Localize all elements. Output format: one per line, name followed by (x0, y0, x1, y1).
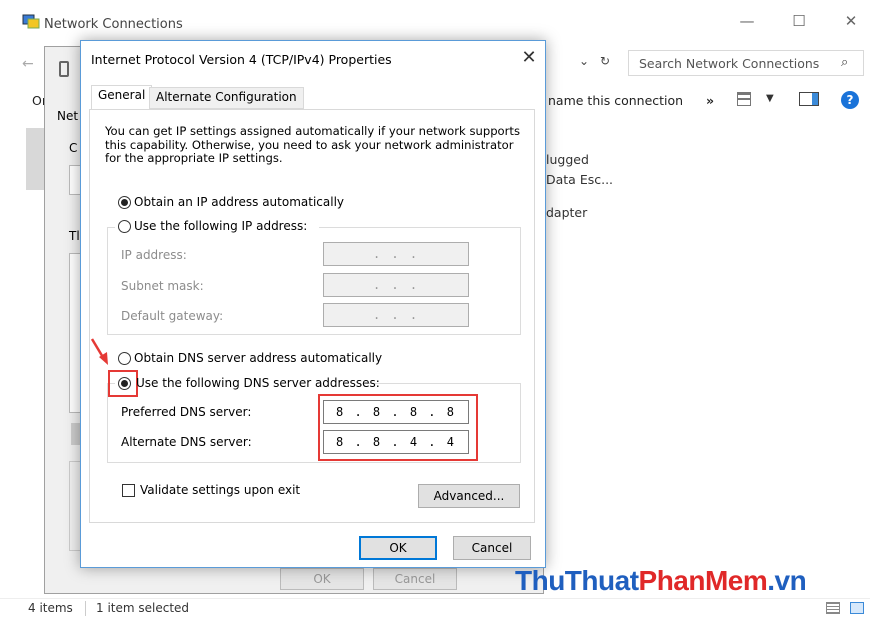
dialog-title: Internet Protocol Version 4 (TCP/IPv4) P… (91, 52, 392, 67)
details-view-icon[interactable] (826, 602, 840, 614)
ip-address-label: IP address: (121, 248, 187, 262)
obtain-dns-auto-radio[interactable] (118, 352, 131, 365)
use-ip-manual-label[interactable]: Use the following IP address: (134, 219, 307, 233)
ethernet-icon (59, 61, 69, 77)
window-title: Network Connections (44, 17, 183, 32)
refresh-icon[interactable]: ↻ (600, 54, 610, 68)
watermark-part-2: PhanMem (638, 565, 768, 596)
behind-cancel-button[interactable]: Cancel (373, 568, 457, 590)
red-arrow-icon (89, 337, 111, 367)
behind-label-c: C (69, 141, 78, 155)
help-icon[interactable]: ? (841, 91, 859, 109)
dns-fields-highlight (318, 394, 478, 461)
behind-ok-button[interactable]: OK (280, 568, 364, 590)
preferred-dns-label: Preferred DNS server: (121, 405, 252, 419)
alternate-dns-label: Alternate DNS server: (121, 435, 252, 449)
search-icon: ⌕ (841, 55, 849, 70)
obtain-ip-auto-radio[interactable] (118, 196, 131, 209)
change-view-icon[interactable] (737, 92, 751, 106)
dns-radio-highlight (108, 370, 138, 397)
nav-pane-strip (26, 128, 44, 190)
validate-settings-checkbox[interactable] (122, 484, 135, 497)
more-commands-button[interactable]: » (706, 93, 714, 108)
use-dns-manual-label[interactable]: Use the following DNS server addresses: (136, 376, 380, 390)
large-icons-view-icon[interactable] (850, 602, 864, 614)
tab-general[interactable]: General (91, 85, 153, 109)
ip-address-field[interactable]: . . . (323, 242, 469, 266)
preview-pane-icon[interactable] (799, 92, 819, 106)
subnet-mask-field[interactable]: . . . (323, 273, 469, 297)
network-connections-icon (22, 14, 40, 30)
tab-alternate-configuration[interactable]: Alternate Configuration (149, 87, 304, 109)
search-input[interactable]: Search Network Connections (628, 50, 864, 76)
default-gateway-field[interactable]: . . . (323, 303, 469, 327)
obtain-dns-auto-label[interactable]: Obtain DNS server address automatically (134, 351, 382, 365)
close-window-button[interactable]: ✕ (836, 12, 866, 36)
watermark-part-1: ThuThuat (515, 565, 639, 596)
dropdown-chevron-icon[interactable]: ⌄ (579, 54, 589, 68)
status-selected-count: 1 item selected (96, 601, 190, 615)
dialog-close-button[interactable]: ✕ (515, 45, 543, 71)
minimize-button[interactable]: — (732, 12, 762, 36)
connection-network-text: Data Esc... (546, 172, 614, 187)
rename-connection-command[interactable]: name this connection (548, 93, 683, 108)
behind-label-th: Tl (69, 229, 80, 243)
subnet-mask-label: Subnet mask: (121, 279, 204, 293)
connection-status-text: lugged (546, 152, 589, 167)
intro-text: You can get IP settings assigned automat… (105, 124, 520, 165)
back-arrow-icon[interactable]: ← (22, 56, 34, 72)
behind-tab-label: Net (57, 109, 79, 123)
maximize-button[interactable]: ☐ (784, 12, 814, 36)
ipv4-properties-dialog: Internet Protocol Version 4 (TCP/IPv4) P… (80, 40, 546, 568)
connection-adapter-text: dapter (546, 205, 588, 220)
status-divider (85, 601, 86, 616)
advanced-button[interactable]: Advanced... (418, 484, 520, 508)
cancel-button[interactable]: Cancel (453, 536, 531, 560)
status-item-count: 4 items (28, 601, 73, 615)
ok-button[interactable]: OK (359, 536, 437, 560)
validate-settings-label[interactable]: Validate settings upon exit (140, 483, 300, 497)
default-gateway-label: Default gateway: (121, 309, 224, 323)
obtain-ip-auto-label[interactable]: Obtain an IP address automatically (134, 195, 344, 209)
watermark-logo: ThuThuatPhanMem.vn (515, 565, 807, 597)
view-dropdown-icon[interactable]: ▼ (766, 93, 774, 104)
watermark-part-3: .vn (767, 565, 807, 596)
use-ip-manual-radio[interactable] (118, 220, 131, 233)
